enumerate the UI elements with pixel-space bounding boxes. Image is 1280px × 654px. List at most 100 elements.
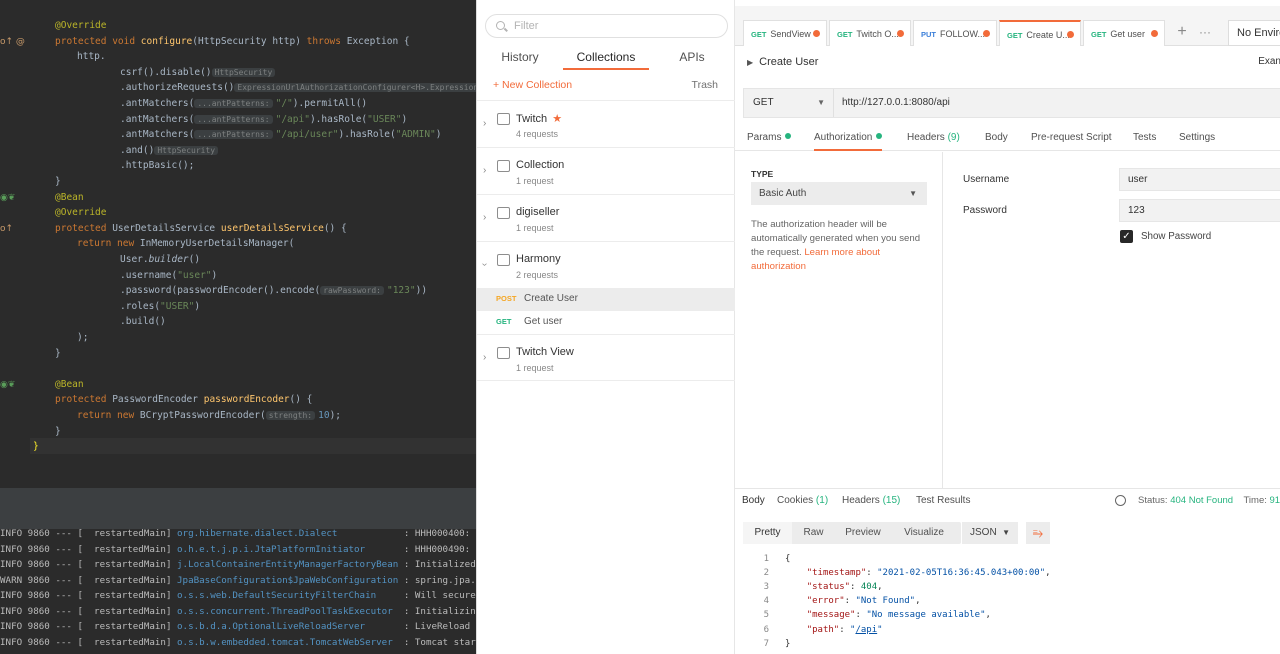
tab-method: GET — [1091, 30, 1107, 39]
auth-type-select[interactable]: Basic Auth ▼ — [751, 182, 927, 205]
code-line: ); — [77, 332, 89, 343]
collection-name: digiseller — [516, 206, 560, 218]
password-label: Password — [963, 205, 1007, 216]
collection-item[interactable]: › Twitch View 1 request — [477, 334, 735, 381]
star-icon[interactable]: ★ — [552, 113, 562, 125]
folder-icon — [497, 207, 510, 219]
tab-name: Get user — [1110, 29, 1145, 39]
tab-collections[interactable]: Collections — [563, 44, 649, 70]
tab-test-results[interactable]: Test Results — [916, 495, 970, 506]
code-line: .roles("USER") — [120, 300, 201, 312]
auth-credentials-panel: Username user Password 123 ✓ Show Passwo… — [943, 152, 1280, 488]
tab-response-body[interactable]: Body — [742, 495, 765, 506]
status-value: 404 Not Found — [1170, 495, 1234, 506]
code-line: protected void configure(HttpSecurity ht… — [0, 34, 476, 50]
code-editor[interactable]: @Override protected void configure(HttpSe… — [0, 0, 476, 487]
filter-placeholder: Filter — [514, 20, 539, 32]
tab-method: GET — [751, 30, 767, 39]
headers-count: (9) — [947, 132, 960, 143]
request-workspace: GET SendView GET Twitch O... PUT FOLLOW... … — [735, 0, 1280, 654]
tab-name: Create U... — [1026, 30, 1070, 40]
show-password-checkbox[interactable]: ✓ — [1120, 230, 1133, 243]
unsaved-dot — [983, 30, 990, 37]
collection-item[interactable]: › Collection 1 request — [477, 147, 735, 194]
unsaved-dot — [897, 30, 904, 37]
request-tab[interactable]: PUT FOLLOW... — [913, 20, 997, 46]
code-line: @Bean ◉❦ — [0, 377, 476, 393]
request-param-tabs: Params Authorization Headers (9) Body Pr… — [735, 126, 1280, 151]
response-headers-count: (15) — [882, 495, 901, 506]
format-value: JSON — [970, 527, 997, 538]
request-item[interactable]: GET Get user — [477, 311, 735, 334]
new-collection-button[interactable]: + New Collection — [493, 79, 572, 91]
visualize-button[interactable]: Visualize — [891, 522, 957, 544]
tab-label: Headers — [842, 495, 880, 506]
raw-button[interactable]: Raw — [792, 522, 835, 544]
bean-icon[interactable]: ◉❦ — [0, 190, 15, 206]
examples-button[interactable]: Exan — [1258, 56, 1280, 67]
chevron-down-icon: ▼ — [817, 98, 825, 107]
request-tab[interactable]: GET Get user — [1083, 20, 1165, 46]
trash-button[interactable]: Trash — [692, 79, 718, 91]
url-input[interactable]: http://127.0.0.1:8080/api — [842, 89, 950, 117]
override-icon[interactable]: o↑ — [0, 221, 13, 237]
new-tab-icon[interactable]: + — [1172, 22, 1192, 44]
tab-apis[interactable]: APIs — [649, 44, 735, 70]
method-value: GET — [753, 97, 774, 108]
active-dot — [785, 133, 792, 139]
unsaved-dot — [813, 30, 820, 37]
request-tab-active[interactable]: GET Create U... — [999, 20, 1081, 46]
request-title[interactable]: ▶ Create User — [747, 56, 818, 68]
auth-note: The authorization header will be automat… — [751, 218, 931, 274]
tab-tests[interactable]: Tests — [1133, 132, 1156, 143]
code-line: } — [55, 425, 61, 437]
cookies-count: (1) — [815, 495, 829, 506]
log-line: INFO 9860 --- [ restartedMain] o.h.e.t.j… — [0, 543, 476, 555]
collection-name: Harmony — [516, 253, 561, 265]
password-field[interactable]: 123 — [1119, 199, 1280, 222]
collection-item[interactable]: › digiseller 1 request — [477, 194, 735, 241]
request-tab[interactable]: GET Twitch O... — [829, 20, 911, 46]
collection-item[interactable]: › Twitch ★ 4 requests — [477, 100, 735, 147]
tab-history[interactable]: History — [477, 44, 563, 70]
wrap-lines-icon[interactable]: ⥱ — [1026, 522, 1050, 544]
tab-body[interactable]: Body — [985, 132, 1008, 143]
tab-authorization[interactable]: Authorization — [814, 132, 883, 151]
globe-icon[interactable] — [1115, 495, 1126, 506]
preview-button[interactable]: Preview — [835, 522, 891, 544]
log-line: INFO 9860 --- [ restartedMain] o.s.s.con… — [0, 605, 476, 617]
sidebar-tabs: History Collections APIs — [477, 44, 735, 72]
tab-name: FOLLOW... — [940, 29, 986, 39]
log-line: INFO 9860 --- [ restartedMain] o.s.s.web… — [0, 590, 476, 601]
code-line: @Override — [55, 207, 107, 219]
tab-cookies[interactable]: Cookies (1) — [777, 495, 828, 506]
run-console[interactable]: INFO 9860 --- [ restartedMain] org.hiber… — [0, 529, 476, 654]
request-tab[interactable]: GET SendView — [743, 20, 827, 46]
filter-input[interactable]: Filter — [485, 14, 728, 38]
chevron-right-icon: › — [483, 118, 487, 129]
more-tabs-icon[interactable]: ··· — [1195, 22, 1215, 44]
username-field[interactable]: user — [1119, 168, 1280, 191]
code-line: csrf().disable() HttpSecurity — [0, 65, 476, 81]
tab-params[interactable]: Params — [747, 132, 792, 143]
environment-select[interactable]: No Enviro — [1228, 20, 1280, 46]
show-password-label: Show Password — [1141, 231, 1212, 242]
code-line: User.builder() — [120, 254, 201, 265]
tab-method: GET — [1007, 31, 1023, 40]
code-line: } — [55, 176, 61, 187]
tab-pre-request-script[interactable]: Pre-request Script — [1031, 132, 1112, 143]
tab-response-headers[interactable]: Headers (15) — [842, 495, 900, 506]
chevron-down-icon: ▼ — [909, 189, 917, 198]
bean-icon[interactable]: ◉❦ — [0, 377, 15, 393]
status-label: Status: — [1138, 495, 1168, 506]
request-item[interactable]: POST Create User — [477, 288, 735, 311]
method-select[interactable]: GET ▼ — [744, 89, 834, 117]
override-icon[interactable]: o↑ @ — [0, 34, 25, 50]
tab-headers[interactable]: Headers (9) — [907, 132, 960, 143]
folder-icon — [497, 160, 510, 172]
pretty-button[interactable]: Pretty — [743, 522, 792, 544]
format-select[interactable]: JSON ▼ — [962, 522, 1018, 544]
view-mode-bar: Pretty Raw Preview Visualize — [743, 522, 961, 544]
tab-settings[interactable]: Settings — [1179, 132, 1215, 143]
collection-item[interactable]: › Harmony 2 requests — [477, 241, 735, 288]
